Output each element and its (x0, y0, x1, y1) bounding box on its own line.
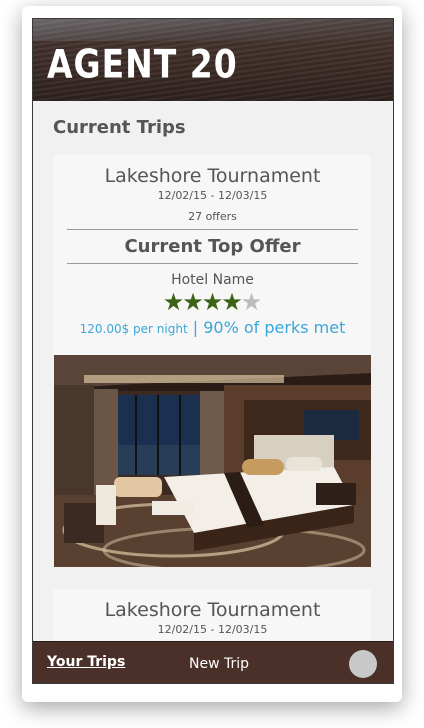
top-offer-heading: Current Top Offer (124, 236, 301, 257)
phone-screen: AGENT 20 Current Trips Lakeshore Tournam… (32, 18, 394, 684)
divider (67, 263, 358, 264)
trip-name: Lakeshore Tournament (104, 599, 321, 621)
trip-dates: 12/02/15 - 12/03/15 (157, 189, 268, 202)
star-empty-icon: ★ (240, 288, 263, 316)
price-per-night: 120.00$ per night (79, 322, 188, 336)
hotel-room-image (54, 355, 371, 567)
trip-offers-count: 27 offers (188, 210, 237, 223)
star-filled-icon: ★ (162, 288, 185, 316)
star-filled-icon: ★ (221, 288, 243, 316)
app-logo: AGENT 20 (47, 41, 238, 88)
star-filled-icon: ★ (201, 288, 224, 316)
section-title: Current Trips (53, 117, 186, 138)
nav-new-trip-button[interactable]: New Trip (189, 656, 249, 672)
trips-content[interactable]: Current Trips Lakeshore Tournament 12/02… (33, 101, 393, 641)
bottom-nav-bar: Your Trips New Trip (33, 641, 393, 683)
trip-dates: 12/02/15 - 12/03/15 (157, 623, 268, 636)
star-rating: ★★★★★ (54, 290, 371, 314)
star-filled-icon: ★ (182, 288, 204, 316)
perks-met: | 90% of perks met (192, 318, 346, 337)
hotel-name: Hotel Name (171, 272, 254, 288)
trip-card[interactable]: Lakeshore Tournament 12/02/15 - 12/03/15… (54, 155, 371, 567)
app-header: AGENT 20 (33, 19, 393, 101)
trip-card[interactable]: Lakeshore Tournament 12/02/15 - 12/03/15 (54, 589, 371, 641)
user-avatar-icon[interactable] (349, 650, 377, 678)
nav-your-trips-link[interactable]: Your Trips (47, 654, 125, 670)
hotel-room-photo[interactable] (54, 355, 371, 567)
trip-name: Lakeshore Tournament (104, 165, 321, 187)
price-perks-line: 120.00$ per night | 90% of perks met (54, 318, 371, 337)
